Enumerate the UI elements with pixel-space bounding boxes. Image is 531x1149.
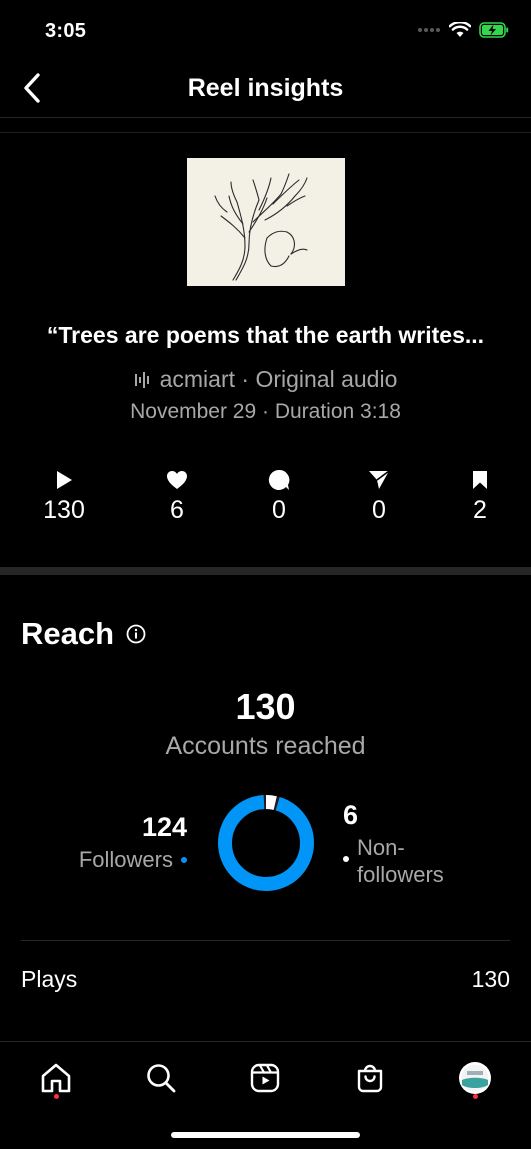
- section-separator: [0, 567, 531, 575]
- plays-value: 130: [471, 966, 510, 992]
- donut-followers-arc: [218, 795, 314, 891]
- profile-avatar: [459, 1062, 491, 1094]
- nonfollowers-dot: [343, 856, 349, 862]
- likes-count: 6: [170, 496, 184, 524]
- audio-line[interactable]: acmiart · Original audio: [0, 366, 531, 393]
- battery-charging-icon: [479, 22, 509, 38]
- shares-stat: 0: [339, 468, 419, 525]
- cellular-signal-icon: [418, 28, 440, 32]
- comments-stat: 0: [239, 468, 319, 525]
- saves-count: 2: [473, 496, 487, 524]
- reach-title: Reach: [21, 616, 115, 651]
- status-time: 3:05: [45, 20, 87, 42]
- status-bar: 3:05: [0, 0, 531, 60]
- play-icon: [57, 471, 72, 489]
- tree-drawing-image: [187, 158, 345, 286]
- home-indicator: [171, 1132, 360, 1138]
- tab-search[interactable]: [141, 1058, 181, 1098]
- comment-icon: [268, 469, 290, 490]
- followers-legend: Followers: [79, 847, 187, 873]
- plays-stat: 130: [24, 468, 104, 525]
- tab-shop[interactable]: [350, 1058, 390, 1098]
- accounts-reached-value: 130: [235, 686, 296, 727]
- engagement-stats: 130 6 0 0 2: [0, 468, 531, 532]
- reels-icon: [250, 1063, 280, 1093]
- nonfollowers-value: 6: [343, 800, 359, 830]
- followers-dot: [181, 857, 187, 863]
- search-icon: [147, 1064, 176, 1093]
- info-icon[interactable]: [126, 624, 146, 644]
- audio-label: acmiart · Original audio: [159, 366, 398, 392]
- home-notification-dot: [53, 1094, 59, 1099]
- followers-value: 124: [141, 812, 187, 842]
- comments-count: 0: [272, 496, 286, 524]
- wifi-icon: [449, 22, 471, 37]
- audio-waveform-icon: [134, 371, 149, 388]
- home-icon: [41, 1063, 71, 1093]
- divider: [21, 940, 510, 941]
- divider: [0, 132, 531, 133]
- plays-count: 130: [43, 496, 85, 524]
- status-icons: [417, 22, 509, 38]
- accounts-reached-label: Accounts reached: [165, 732, 366, 760]
- saves-stat: 2: [440, 468, 520, 525]
- nonfollowers-label: Non-followers: [357, 835, 444, 887]
- shop-icon: [357, 1064, 383, 1093]
- tab-home[interactable]: [36, 1058, 76, 1098]
- page-title: Reel insights: [187, 74, 344, 102]
- tab-profile[interactable]: [455, 1058, 495, 1098]
- reel-caption: “Trees are poems that the earth writes..…: [46, 322, 485, 348]
- reach-heading: Reach: [21, 616, 146, 652]
- heart-icon: [167, 471, 187, 489]
- reel-date-duration: November 29 · Duration 3:18: [130, 400, 401, 423]
- shares-count: 0: [372, 496, 386, 524]
- share-icon: [369, 470, 390, 489]
- reel-thumbnail[interactable]: [187, 158, 345, 286]
- nonfollowers-legend: Non-followers: [343, 834, 467, 888]
- followers-label: Followers: [78, 847, 173, 872]
- plays-row: Plays 130: [21, 966, 510, 993]
- likes-stat: 6: [137, 468, 217, 525]
- bookmark-icon: [473, 471, 487, 489]
- profile-notification-dot: [472, 1094, 478, 1099]
- plays-label: Plays: [21, 966, 78, 992]
- tab-reels[interactable]: [245, 1058, 285, 1098]
- reach-donut-chart: [218, 795, 314, 891]
- nav-bar: Reel insights: [0, 60, 531, 118]
